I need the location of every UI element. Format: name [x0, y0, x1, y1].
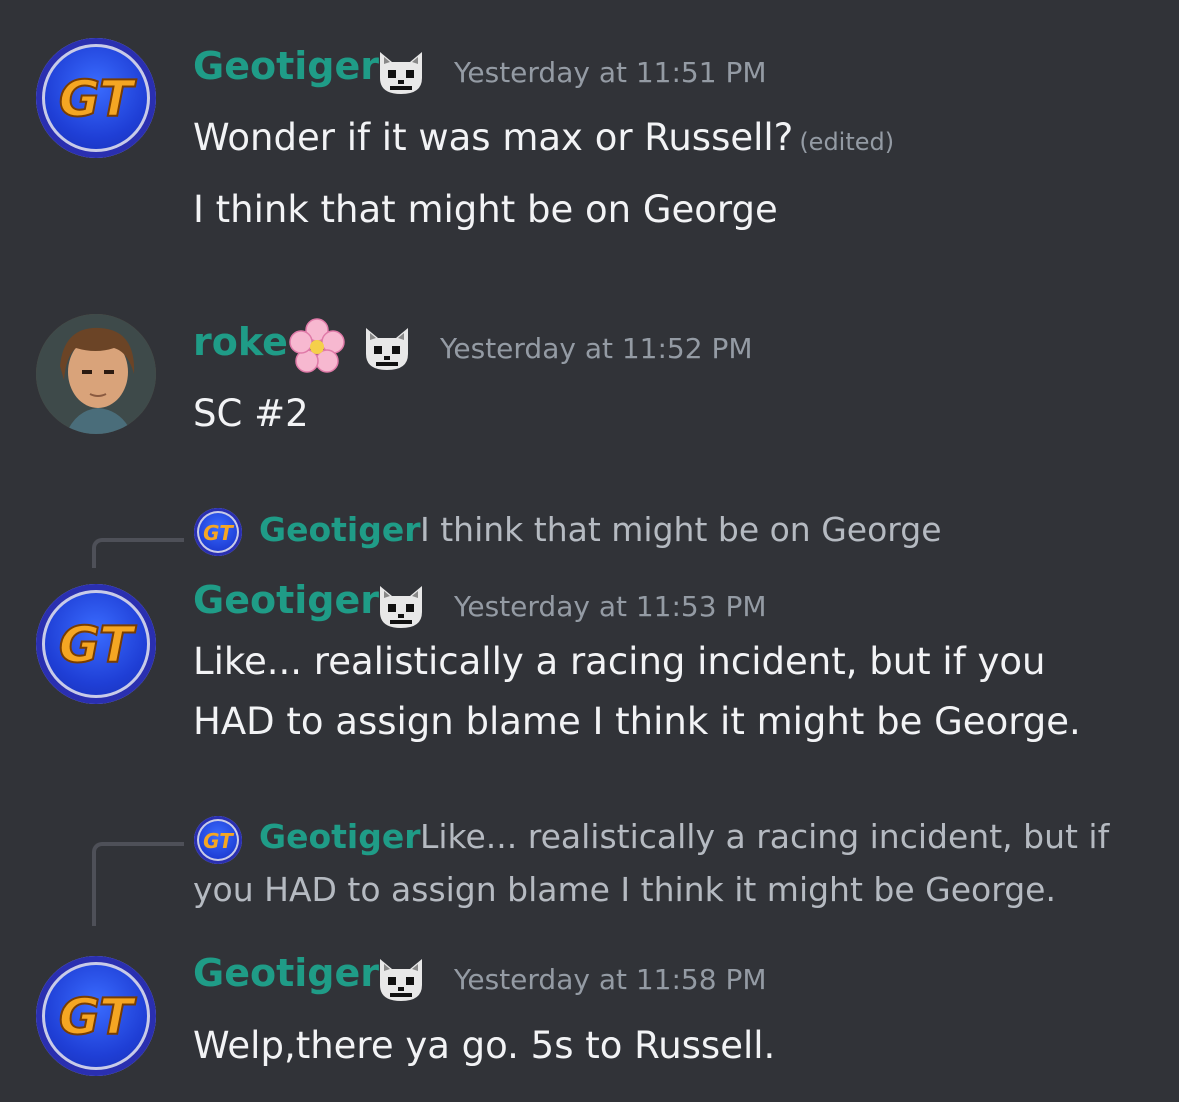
reply-author[interactable]: Geotiger [259, 817, 421, 856]
username[interactable]: Geotiger [193, 951, 379, 995]
reply-connector [92, 538, 184, 568]
message-timestamp[interactable]: Yesterday at 11:52 PM [440, 332, 753, 365]
reply-preview[interactable]: you HAD to assign blame I think it might… [193, 870, 1056, 909]
username[interactable]: Geotiger [193, 578, 379, 622]
roke-avatar[interactable] [36, 314, 156, 434]
edited-label: (edited) [799, 128, 895, 156]
geotiger-avatar[interactable]: GT [36, 584, 156, 704]
message-timestamp[interactable]: Yesterday at 11:58 PM [454, 963, 767, 996]
reply-preview[interactable]: Like... realistically a racing incident,… [420, 817, 1109, 856]
svg-text:GT: GT [59, 70, 137, 128]
message-text: Like... realistically a racing incident,… [193, 640, 1046, 683]
message-text: HAD to assign blame I think it might be … [193, 700, 1081, 743]
message-timestamp[interactable]: Yesterday at 11:53 PM [454, 590, 767, 623]
cherry-blossom-icon [289, 318, 345, 373]
geotiger-avatar[interactable]: GT [36, 38, 156, 158]
message-text: I think that might be on George [193, 188, 778, 231]
cat-skull-badge-icon [366, 328, 408, 370]
cat-skull-badge-icon [380, 959, 422, 1001]
message-timestamp[interactable]: Yesterday at 11:51 PM [454, 56, 767, 89]
message-text: SC #2 [193, 392, 309, 435]
reply-author[interactable]: Geotiger [259, 510, 421, 549]
reply-preview[interactable]: I think that might be on George [420, 510, 942, 549]
reply-avatar[interactable]: GT [194, 816, 242, 864]
svg-text:GT: GT [203, 829, 234, 853]
svg-text:GT: GT [59, 616, 137, 674]
reply-avatar[interactable]: GT [194, 508, 242, 556]
username[interactable]: Geotiger [193, 44, 379, 88]
cat-skull-badge-icon [380, 52, 422, 94]
svg-text:GT: GT [59, 988, 137, 1046]
username[interactable]: roke [193, 320, 288, 364]
svg-text:GT: GT [203, 521, 234, 545]
geotiger-avatar[interactable]: GT [36, 956, 156, 1076]
message-text: Wonder if it was max or Russell? (edited) [193, 116, 895, 159]
cat-skull-badge-icon [380, 586, 422, 628]
reply-connector [92, 842, 184, 926]
message-text: Welp,there ya go. 5s to Russell. [193, 1024, 776, 1067]
